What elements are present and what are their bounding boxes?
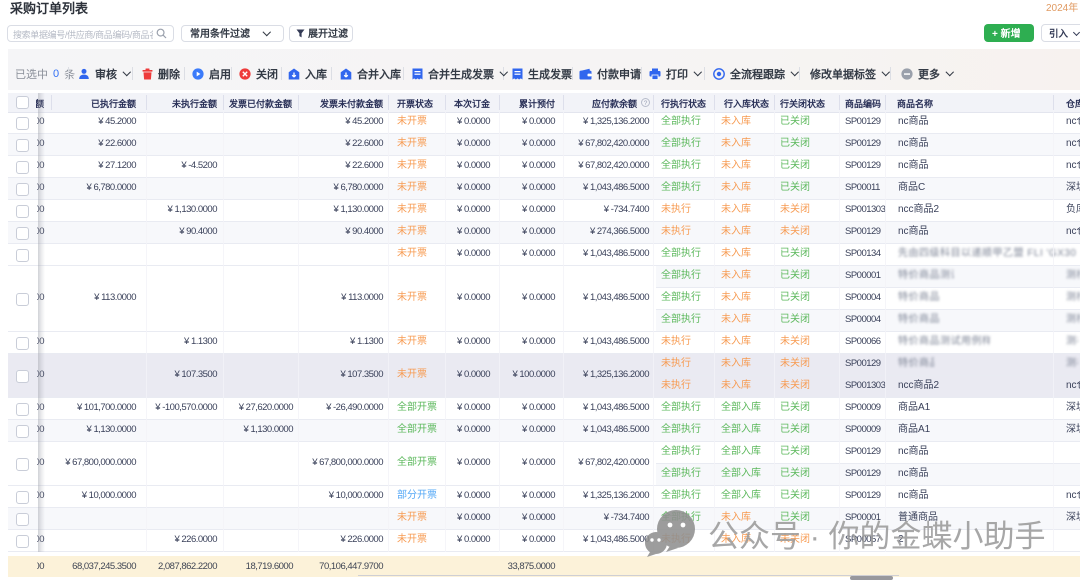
svg-text:?: ? xyxy=(644,100,648,107)
svg-text:公众号 · 你的金蝶小助手: 公众号 · 你的金蝶小助手 xyxy=(708,519,1046,554)
